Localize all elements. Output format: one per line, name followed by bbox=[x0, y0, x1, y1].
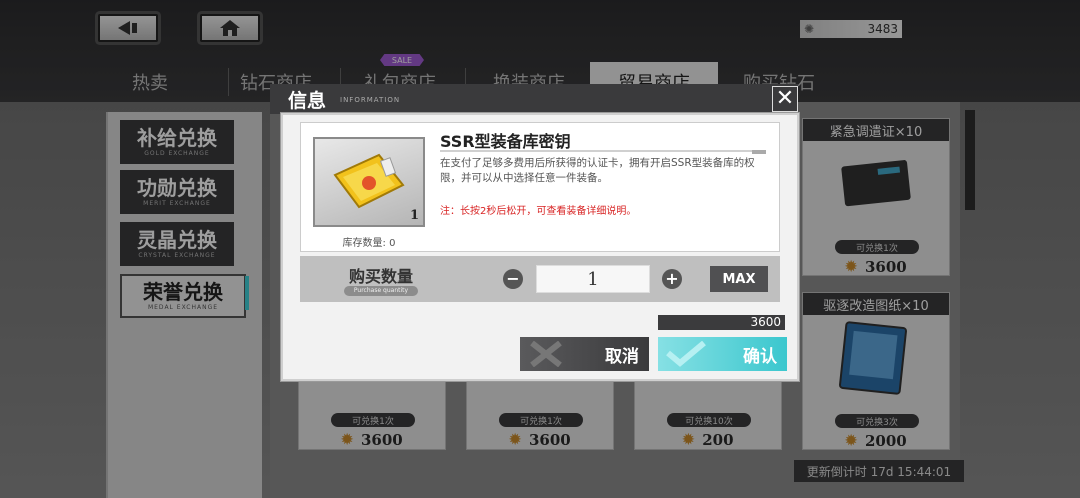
item-name: SSR型装备库密钥 bbox=[440, 132, 571, 151]
decrease-button[interactable]: − bbox=[503, 269, 523, 289]
stock-label: 库存数量: 0 bbox=[342, 238, 396, 249]
total-cost: 3600 bbox=[658, 315, 785, 330]
confirm-button[interactable]: 确认 bbox=[658, 337, 787, 371]
check-icon bbox=[666, 341, 706, 367]
plus-icon: + bbox=[665, 269, 679, 288]
close-icon: ✕ bbox=[775, 86, 795, 111]
quantity-input[interactable]: 1 bbox=[536, 265, 650, 293]
item-count: 1 bbox=[409, 208, 419, 223]
cancel-icon bbox=[530, 341, 562, 367]
max-button[interactable]: MAX bbox=[710, 266, 768, 292]
ssr-key-card-icon bbox=[333, 153, 405, 209]
minus-icon: − bbox=[506, 269, 520, 288]
quantity-sublabel: Purchase quantity bbox=[344, 286, 418, 296]
increase-button[interactable]: + bbox=[662, 269, 682, 289]
close-button[interactable]: ✕ bbox=[772, 86, 798, 112]
item-note: 注：长按2秒后松开，可查看装备详细说明。 bbox=[440, 206, 637, 217]
item-description: 在支付了足够多费用后所获得的认证卡，拥有开启SSR型装备库的权限，并可以从中选择… bbox=[440, 157, 755, 184]
item-thumbnail[interactable]: 1 bbox=[313, 137, 425, 227]
cancel-button[interactable]: 取消 bbox=[520, 337, 649, 371]
dialog-subtitle: INFORMATION bbox=[340, 96, 401, 104]
dialog-title: 信息 bbox=[288, 90, 327, 112]
confirm-label: 确认 bbox=[743, 346, 777, 367]
cancel-label: 取消 bbox=[605, 346, 639, 367]
divider bbox=[440, 150, 766, 154]
quantity-label: 购买数量 bbox=[348, 267, 413, 286]
